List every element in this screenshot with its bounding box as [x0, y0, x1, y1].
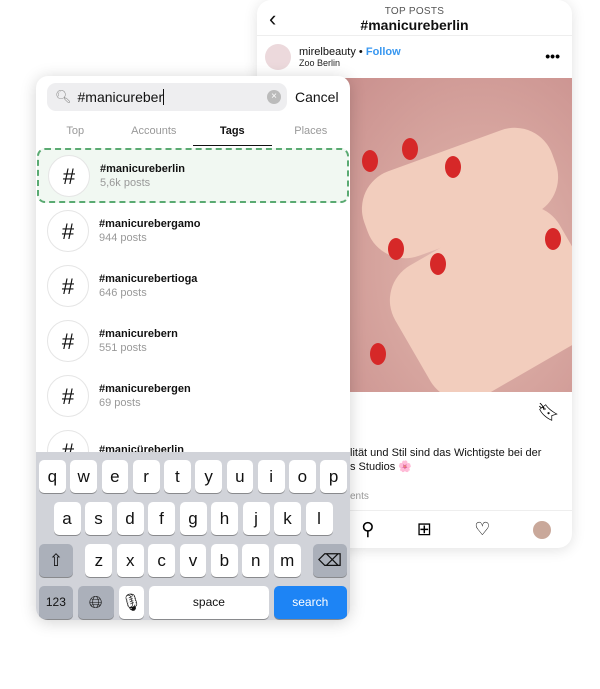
hashtag-icon: #: [47, 209, 89, 252]
search-icon[interactable]: ⚲: [361, 519, 374, 540]
avatar[interactable]: [265, 44, 291, 70]
tag-post-count: 944 posts: [99, 231, 147, 244]
tag-result[interactable]: # #manicurebertioga 646 posts: [36, 258, 350, 313]
key-n[interactable]: n: [242, 544, 270, 577]
follow-button[interactable]: Follow: [366, 46, 401, 58]
tag-result[interactable]: # #manicurebern 551 posts: [36, 313, 350, 368]
tab-places[interactable]: Places: [272, 122, 351, 146]
search-panel: 🔍︎ #manicureber × Cancel Top Accounts Ta…: [36, 76, 350, 620]
hashtag-icon: #: [47, 264, 89, 307]
tag-result[interactable]: # #manicurebergen 69 posts: [36, 368, 350, 423]
key-w[interactable]: w: [70, 460, 97, 493]
header-subtitle: TOP POSTS: [384, 6, 445, 17]
keyboard: qwertyuiop asdfghjkl ⇧ z x c v b n m ⌫ 123 🌐︎ 🎙︎…: [36, 452, 350, 620]
key-t[interactable]: t: [164, 460, 191, 493]
search-input[interactable]: 🔍︎ #manicureber ×: [47, 83, 287, 111]
tag-name: #manicurebergen: [99, 382, 191, 395]
key-c[interactable]: c: [148, 544, 176, 577]
key-l[interactable]: l: [305, 502, 333, 535]
key-g[interactable]: g: [179, 502, 207, 535]
tag-name: #manicurebern: [99, 327, 178, 340]
hashtag-icon: #: [48, 154, 90, 197]
location[interactable]: Zoo Berlin: [299, 58, 401, 68]
username[interactable]: mirelbeauty: [299, 46, 356, 58]
tag-result[interactable]: # #manicurebergamo 944 posts: [36, 203, 350, 258]
key-v[interactable]: v: [179, 544, 207, 577]
key-k[interactable]: k: [274, 502, 301, 535]
key-p[interactable]: p: [320, 460, 347, 493]
post-photo[interactable]: [340, 78, 572, 392]
tag-name: #manicurebertioga: [99, 272, 198, 285]
clear-icon[interactable]: ×: [267, 90, 281, 104]
post-header: ‹ TOP POSTS #manicureberlin: [257, 0, 572, 36]
tag-post-count: 646 posts: [99, 286, 147, 299]
bookmark-icon[interactable]: 🔖︎: [537, 402, 560, 423]
key-i[interactable]: i: [257, 460, 285, 493]
header-title: #manicureberlin: [360, 17, 469, 33]
key-h[interactable]: h: [211, 502, 238, 535]
backspace-key-icon[interactable]: ⌫: [313, 544, 347, 577]
key-e[interactable]: e: [101, 460, 129, 493]
key-a[interactable]: a: [53, 502, 81, 535]
key-j[interactable]: j: [242, 502, 270, 535]
key-u[interactable]: u: [226, 460, 254, 493]
key-f[interactable]: f: [148, 502, 175, 535]
new-post-icon[interactable]: ⊞: [417, 519, 432, 540]
view-comments[interactable]: ents: [350, 491, 369, 502]
numbers-key[interactable]: 123: [39, 586, 73, 619]
tag-post-count: 69 posts: [99, 396, 141, 409]
search-key[interactable]: search: [273, 586, 347, 619]
hashtag-icon: #: [47, 319, 89, 362]
space-key[interactable]: space: [149, 586, 269, 619]
bottom-tab-bar: ⚲ ⊞ ♡: [340, 510, 572, 548]
separator: •: [358, 46, 363, 58]
search-value: #manicureber: [77, 89, 164, 105]
highlighted-tag-result[interactable]: # #manicureberlin 5,6k posts: [37, 148, 349, 203]
more-options-icon[interactable]: •••: [545, 48, 560, 64]
key-o[interactable]: o: [289, 460, 316, 493]
caption-line: lität und Stil sind das Wichtigste bei d…: [350, 447, 542, 459]
microphone-key-icon[interactable]: 🎙︎: [118, 586, 145, 619]
search-icon: 🔍︎: [55, 89, 72, 104]
profile-avatar-icon[interactable]: [532, 520, 551, 539]
globe-key-icon[interactable]: 🌐︎: [77, 586, 114, 619]
key-d[interactable]: d: [116, 502, 144, 535]
key-s[interactable]: s: [85, 502, 112, 535]
tab-top[interactable]: Top: [36, 122, 115, 146]
key-x[interactable]: x: [116, 544, 144, 577]
tag-name: #manicurebergamo: [99, 217, 201, 230]
key-y[interactable]: y: [195, 460, 222, 493]
key-q[interactable]: q: [39, 460, 66, 493]
hashtag-icon: #: [47, 374, 89, 417]
tag-name: #manicureberlin: [100, 162, 185, 175]
tag-post-count: 551 posts: [99, 341, 147, 354]
tab-accounts[interactable]: Accounts: [115, 122, 194, 146]
key-r[interactable]: r: [132, 460, 160, 493]
search-tabs: Top Accounts Tags Places: [36, 122, 350, 146]
key-b[interactable]: b: [210, 544, 238, 577]
post-caption: lität und Stil sind das Wichtigste bei d…: [350, 446, 565, 474]
post-author: mirelbeauty • Follow Zoo Berlin •••: [257, 36, 572, 78]
caption-line: s Studios 🌸: [350, 461, 412, 473]
tag-post-count: 5,6k posts: [100, 176, 151, 189]
shift-key-icon[interactable]: ⇧: [39, 544, 73, 577]
key-m[interactable]: m: [273, 544, 301, 577]
key-z[interactable]: z: [85, 544, 113, 577]
tab-tags[interactable]: Tags: [193, 122, 272, 146]
back-chevron-icon[interactable]: ‹: [269, 6, 276, 32]
cancel-button[interactable]: Cancel: [295, 89, 339, 105]
heart-icon[interactable]: ♡: [474, 519, 490, 540]
